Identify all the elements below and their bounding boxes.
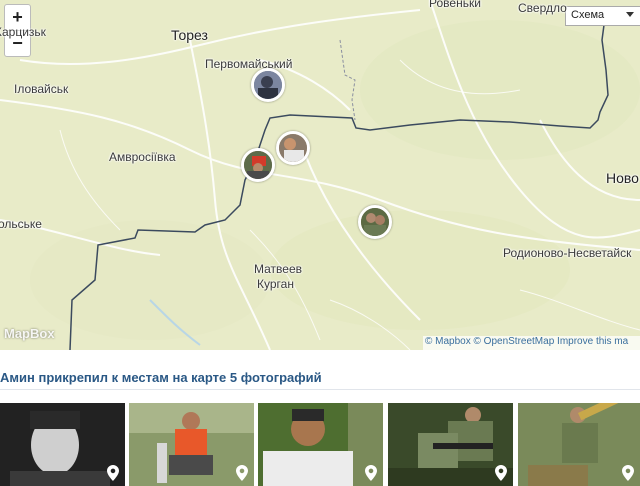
osm-attribution-link[interactable]: © OpenStreetMap bbox=[474, 336, 555, 347]
city-label-pervomaiskiy: Первомайський bbox=[205, 57, 293, 71]
improve-map-link[interactable]: Improve this ma bbox=[557, 336, 628, 347]
city-label-khartsyzk: Харцизьк bbox=[0, 25, 46, 39]
divider bbox=[0, 389, 640, 390]
city-label-kurgan: Курган bbox=[257, 277, 294, 291]
photo-pin-4-image bbox=[361, 208, 389, 236]
thumb-2[interactable] bbox=[129, 403, 254, 486]
photo-pin-1-image bbox=[254, 71, 282, 99]
map-layer-select-value: Схема bbox=[571, 9, 605, 21]
thumb-3[interactable] bbox=[258, 403, 383, 486]
photo-pin-1[interactable] bbox=[251, 68, 285, 102]
thumb-4[interactable] bbox=[388, 403, 513, 486]
city-label-rovenki: Ровеньки bbox=[429, 0, 481, 10]
photo-pin-4[interactable] bbox=[358, 205, 392, 239]
thumb-5[interactable] bbox=[518, 403, 640, 486]
location-pin-icon bbox=[495, 465, 507, 481]
city-label-rodionovo: Родионово-Несветайск bbox=[503, 246, 632, 260]
location-pin-icon bbox=[236, 465, 248, 481]
map-base bbox=[0, 0, 640, 350]
thumb-1[interactable] bbox=[0, 403, 125, 486]
photo-pin-3[interactable] bbox=[241, 148, 275, 182]
chevron-down-icon bbox=[626, 12, 634, 17]
photo-pin-2[interactable] bbox=[276, 131, 310, 165]
map-attribution: © Mapbox © OpenStreetMap Improve this ma bbox=[423, 336, 640, 350]
photo-pin-2-image bbox=[279, 134, 307, 162]
city-label-torez: Торез bbox=[171, 27, 208, 43]
photo-pin-3-image bbox=[244, 151, 272, 179]
city-label-olske: ольське bbox=[0, 217, 42, 231]
map-view[interactable]: + − Схема Торез Первомайський Іловайськ … bbox=[0, 0, 640, 350]
mapbox-attribution-link[interactable]: © Mapbox bbox=[425, 336, 471, 347]
location-pin-icon bbox=[622, 465, 634, 481]
mapbox-logo: MapBox bbox=[4, 326, 55, 341]
photos-caption[interactable]: Амин прикрепил к местам на карте 5 фотог… bbox=[0, 370, 322, 385]
location-pin-icon bbox=[365, 465, 377, 481]
city-label-amvrosiivka: Амвросіївка bbox=[109, 150, 176, 164]
map-layer-select[interactable]: Схема bbox=[565, 6, 640, 26]
location-pin-icon bbox=[107, 465, 119, 481]
city-label-novo: Ново bbox=[606, 170, 639, 186]
city-label-ilovaisk: Іловайськ bbox=[14, 82, 69, 96]
city-label-sverdlovsk: Свердло bbox=[518, 1, 567, 15]
city-label-matveev: Матвеев bbox=[254, 262, 302, 276]
